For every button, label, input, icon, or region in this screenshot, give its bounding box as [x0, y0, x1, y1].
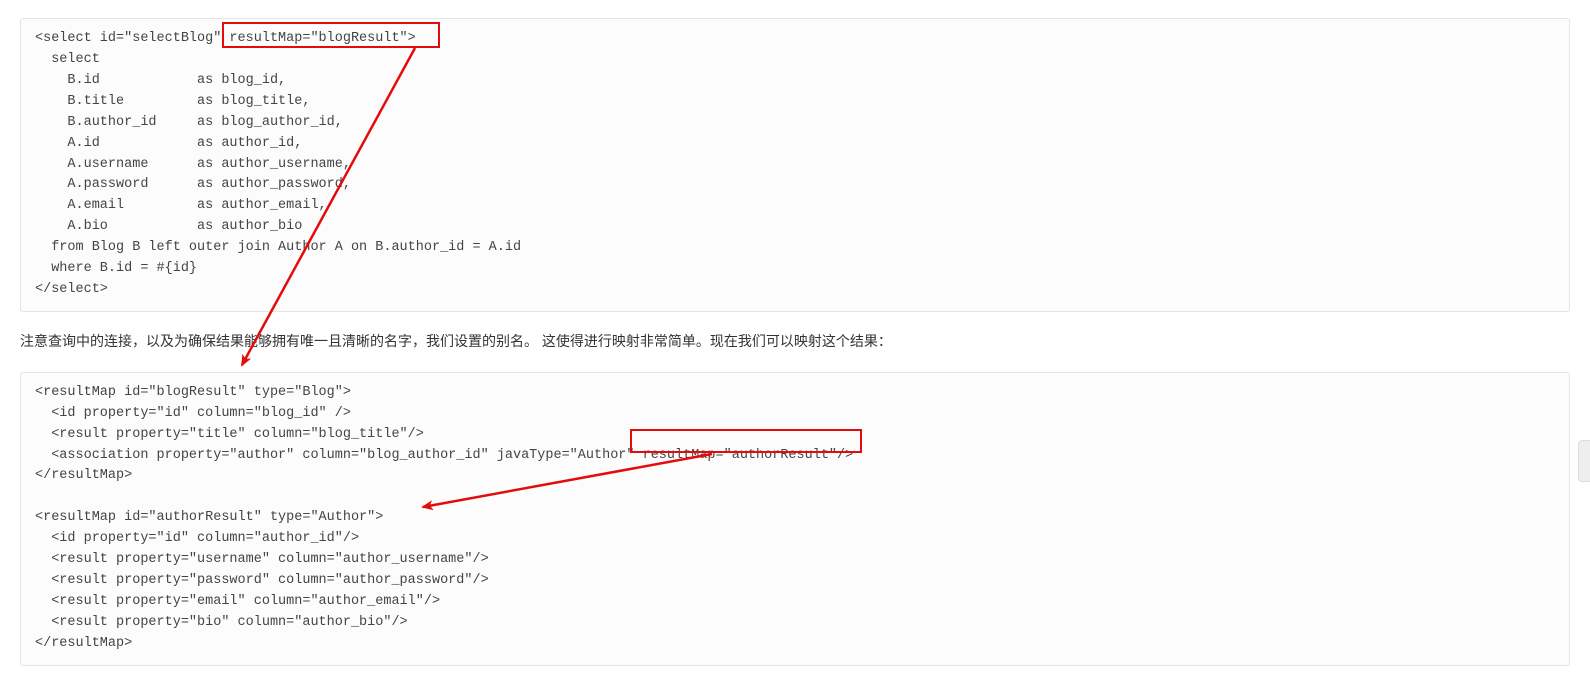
code-block-resultmap: <resultMap id="blogResult" type="Blog"> … [20, 372, 1570, 666]
code-block-select: <select id="selectBlog" resultMap="blogR… [20, 18, 1570, 312]
description-paragraph: 注意查询中的连接，以及为确保结果能够拥有唯一且清晰的名字，我们设置的别名。 这使… [20, 330, 1570, 354]
side-tab-handle[interactable] [1578, 440, 1590, 482]
